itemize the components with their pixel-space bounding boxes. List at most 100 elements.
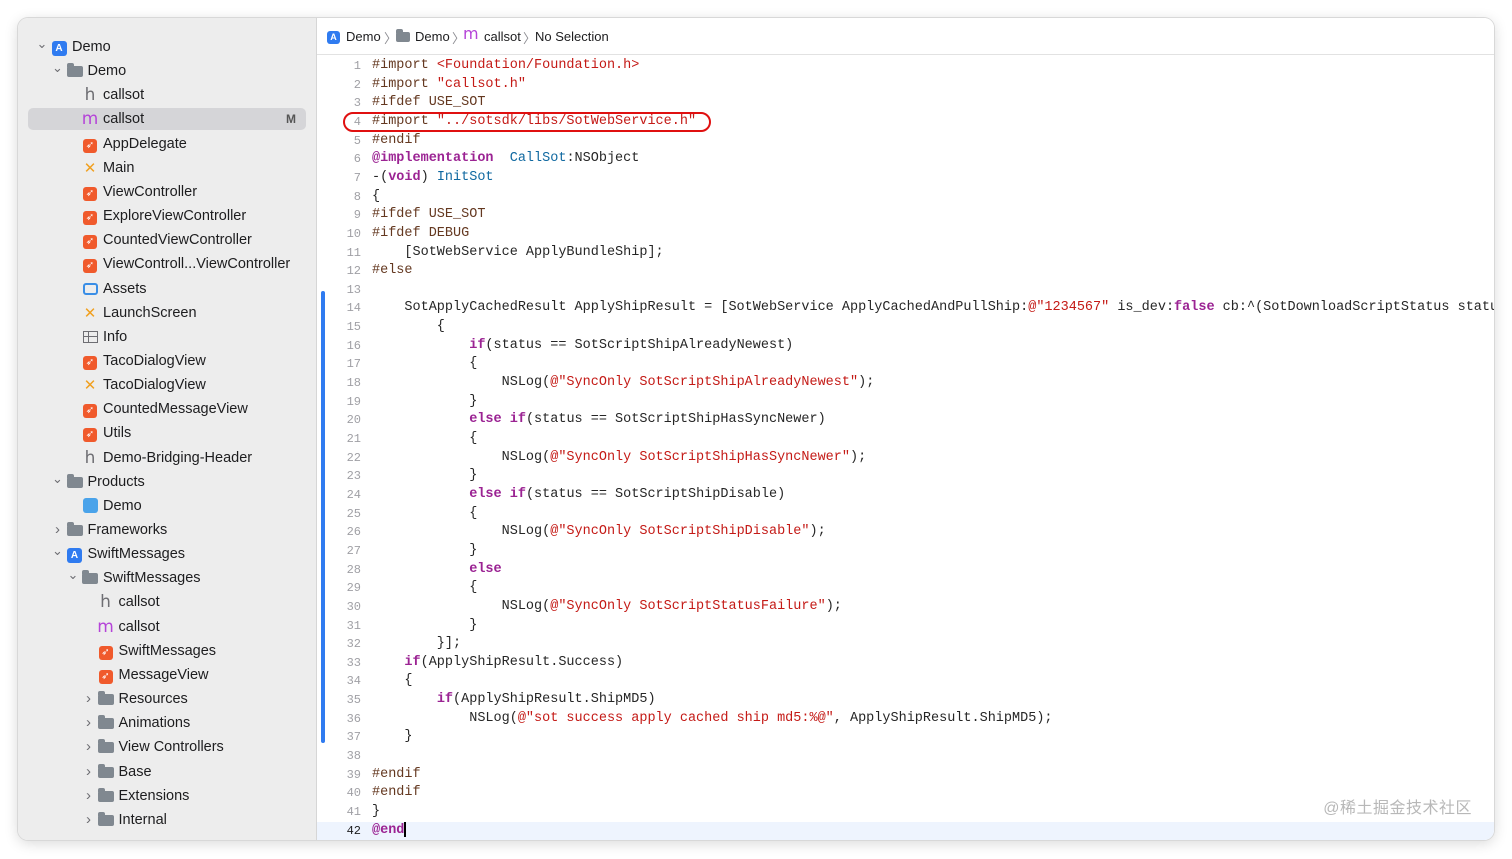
code-line[interactable]: } xyxy=(372,467,477,486)
code-token: @"1234567" xyxy=(1028,300,1110,316)
sidebar-item[interactable]: ✕ Main xyxy=(28,157,306,179)
code-token: ); xyxy=(849,449,867,465)
code-line[interactable]: #ifdef USE_SOT xyxy=(372,206,485,225)
chevron-right-icon[interactable]: › xyxy=(83,761,95,783)
code-line[interactable]: if(ApplyShipResult.Success) xyxy=(372,654,623,673)
code-line[interactable]: NSLog(@"sot success apply cached ship md… xyxy=(372,710,1052,729)
code-line[interactable]: } xyxy=(372,617,477,636)
code-line[interactable]: } xyxy=(372,393,477,412)
sidebar-item[interactable]: ➶ ViewController xyxy=(28,181,306,203)
jump-bar-group[interactable]: Demo xyxy=(415,29,450,44)
chevron-right-icon[interactable]: › xyxy=(52,519,64,541)
sidebar-item[interactable]: ⌄ A Demo xyxy=(28,36,306,58)
code-line[interactable]: #ifdef USE_SOT xyxy=(372,94,485,113)
sidebar-item[interactable]: m callsot xyxy=(28,616,306,638)
storyboard-icon: ✕ xyxy=(83,376,97,395)
code-line[interactable]: } xyxy=(372,728,412,747)
line-number: 7 xyxy=(353,170,361,185)
code-line[interactable]: { xyxy=(372,355,477,374)
chevron-right-icon[interactable]: › xyxy=(83,809,95,831)
code-line[interactable]: } xyxy=(372,803,380,822)
sidebar-item[interactable]: Assets xyxy=(28,278,306,300)
code-line[interactable]: { xyxy=(372,505,477,524)
code-line[interactable]: NSLog(@"SyncOnly SotScriptShipHasSyncNew… xyxy=(372,449,867,468)
sidebar-item[interactable]: Demo xyxy=(28,495,306,517)
code-line[interactable]: { xyxy=(372,318,445,337)
code-line[interactable]: [SotWebService ApplyBundleShip]; xyxy=(372,244,663,263)
code-line[interactable]: #import <Foundation/Foundation.h> xyxy=(372,57,639,76)
code-line[interactable]: { xyxy=(372,672,412,691)
code-line[interactable]: } xyxy=(372,542,477,561)
code-line[interactable]: if(ApplyShipResult.ShipMD5) xyxy=(372,691,656,710)
sidebar-item[interactable]: h callsot xyxy=(28,591,306,613)
chevron-down-icon[interactable]: ⌄ xyxy=(67,567,79,589)
sidebar-item[interactable]: › View Controllers xyxy=(28,736,306,758)
chevron-down-icon[interactable]: ⌄ xyxy=(52,60,64,82)
code-line[interactable]: #endif xyxy=(372,766,421,785)
sidebar-item[interactable]: ⌄ Products xyxy=(28,471,306,493)
sidebar-item[interactable]: ⌄ Demo xyxy=(28,60,306,82)
code-line[interactable]: else if(status == SotScriptShipHasSyncNe… xyxy=(372,411,826,430)
sidebar-item[interactable]: › Resources xyxy=(28,688,306,710)
sidebar-item[interactable]: ➶ CountedViewController xyxy=(28,229,306,251)
sidebar-item[interactable]: ➶ ViewControll...ViewController xyxy=(28,253,306,275)
jump-bar-project[interactable]: Demo xyxy=(346,29,381,44)
chevron-down-icon[interactable]: ⌄ xyxy=(52,471,64,493)
chevron-right-icon[interactable]: › xyxy=(83,712,95,734)
sidebar-item[interactable]: ⌄ SwiftMessages xyxy=(28,567,306,589)
sidebar-item-label: callsot xyxy=(103,87,145,104)
sidebar-item[interactable]: › Animations xyxy=(28,712,306,734)
sidebar-item[interactable]: › Extensions xyxy=(28,785,306,807)
jump-bar-symbol[interactable]: No Selection xyxy=(535,29,609,44)
code-line[interactable]: }]; xyxy=(372,635,461,654)
sidebar-item[interactable]: ➶ TacoDialogView xyxy=(28,350,306,372)
code-line[interactable]: else if(status == SotScriptShipDisable) xyxy=(372,486,785,505)
sidebar-item[interactable]: ✕ TacoDialogView xyxy=(28,374,306,396)
chevron-right-icon[interactable]: › xyxy=(83,736,95,758)
code-line[interactable]: #endif xyxy=(372,784,421,803)
chevron-right-icon[interactable]: › xyxy=(83,688,95,710)
sidebar-item[interactable]: ➶ CountedMessageView xyxy=(28,398,306,420)
sidebar-item[interactable]: ➶ AppDelegate xyxy=(28,133,306,155)
project-navigator[interactable]: ⌄ A Demo ⌄ Demo h callsot m callsot M ➶ AppDelegate… xyxy=(18,18,317,840)
sidebar-item[interactable]: ➶ SwiftMessages xyxy=(28,640,306,662)
code-line[interactable]: #import "../sotsdk/libs/SotWebService.h" xyxy=(372,113,696,132)
code-line[interactable]: { xyxy=(372,430,477,449)
sidebar-item[interactable]: › Frameworks xyxy=(28,519,306,541)
chevron-down-icon[interactable]: ⌄ xyxy=(36,36,48,58)
code-token: #ifdef USE_SOT xyxy=(372,95,486,111)
code-line[interactable]: #else xyxy=(372,262,413,281)
code-line[interactable]: -(void) InitSot xyxy=(372,169,494,188)
jump-bar-file[interactable]: callsot xyxy=(484,29,521,44)
code-line[interactable]: @end xyxy=(372,821,406,840)
code-line[interactable]: { xyxy=(372,579,477,598)
code-line[interactable]: { xyxy=(372,188,380,207)
code-line[interactable]: #ifdef DEBUG xyxy=(372,225,469,244)
code-line[interactable]: NSLog(@"SyncOnly SotScriptShipAlreadyNew… xyxy=(372,374,875,393)
code-line[interactable]: else xyxy=(372,561,501,580)
sidebar-item[interactable]: Info xyxy=(28,326,306,348)
sidebar-item[interactable]: ⌄ A SwiftMessages xyxy=(28,543,306,565)
code-line[interactable]: #endif xyxy=(372,132,421,151)
chevron-right-icon[interactable]: › xyxy=(83,785,95,807)
sidebar-item[interactable]: m callsot M xyxy=(28,108,306,131)
chevron-down-icon[interactable]: ⌄ xyxy=(52,543,64,565)
code-line[interactable]: if(status == SotScriptShipAlreadyNewest) xyxy=(372,337,793,356)
sidebar-item[interactable]: h callsot xyxy=(28,84,306,106)
folder-icon xyxy=(97,761,115,783)
code-line[interactable]: #import "callsot.h" xyxy=(372,76,526,95)
source-editor[interactable]: A Demo 〉 Demo 〉 m callsot 〉 No Selection… xyxy=(317,18,1494,840)
sidebar-item[interactable]: › Internal xyxy=(28,809,306,831)
code-line[interactable]: NSLog(@"SyncOnly SotScriptStatusFailure"… xyxy=(372,598,842,617)
code-token: (status == SotScriptShipHasSyncNewer) xyxy=(525,412,826,428)
sidebar-item[interactable]: ✕ LaunchScreen xyxy=(28,302,306,324)
sidebar-item[interactable]: › Base xyxy=(28,761,306,783)
code-area[interactable]: 1 #import <Foundation/Foundation.h> 2 #impo… xyxy=(317,55,1494,840)
sidebar-item[interactable]: h Demo-Bridging-Header xyxy=(28,447,306,469)
sidebar-item[interactable]: ➶ Utils xyxy=(28,422,306,444)
code-line[interactable]: SotApplyCachedResult ApplyShipResult = [… xyxy=(372,299,1494,318)
sidebar-item[interactable]: ➶ ExploreViewController xyxy=(28,205,306,227)
code-line[interactable]: @implementation CallSot:NSObject xyxy=(372,150,639,169)
code-line[interactable]: NSLog(@"SyncOnly SotScriptShipDisable"); xyxy=(372,523,826,542)
sidebar-item[interactable]: ➶ MessageView xyxy=(28,664,306,686)
